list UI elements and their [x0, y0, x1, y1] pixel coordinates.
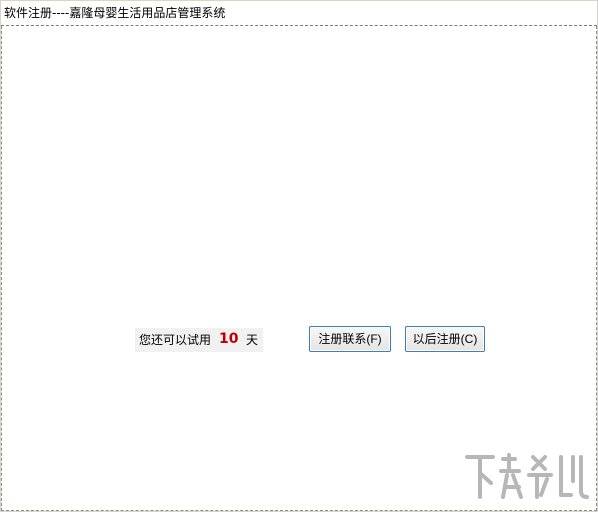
window-client-area: [1, 26, 597, 511]
download-site-logo-icon: [465, 453, 589, 499]
register-contact-button[interactable]: 注册联系(F): [309, 326, 391, 352]
trial-info-panel: 您还可以试用 10 天: [135, 328, 263, 352]
window-title: 软件注册----嘉隆母婴生活用品店管理系统: [4, 6, 226, 20]
register-later-button[interactable]: 以后注册(C): [405, 326, 485, 352]
trial-prefix-label: 您还可以试用: [139, 333, 212, 347]
trial-suffix-label: 天: [246, 333, 259, 347]
trial-days-value: 10: [219, 331, 239, 347]
registration-window: 软件注册----嘉隆母婴生活用品店管理系统 您还可以试用 10 天 注册联系(F…: [0, 0, 598, 512]
title-bar: 软件注册----嘉隆母婴生活用品店管理系统: [1, 1, 597, 26]
